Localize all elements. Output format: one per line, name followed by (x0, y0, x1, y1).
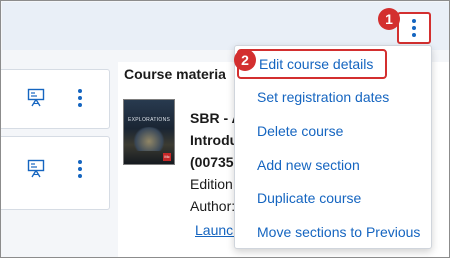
section-menu-kebab-icon[interactable] (73, 88, 87, 108)
menu-item-move-sections[interactable]: Move sections to Previous (235, 217, 431, 247)
presentation-board-icon[interactable] (27, 159, 45, 179)
book-isbn: (00735 (190, 154, 234, 170)
menu-item-edit-course-details[interactable]: Edit course details (237, 49, 387, 79)
section-menu-kebab-icon[interactable] (73, 159, 87, 179)
menu-item-duplicate-course[interactable]: Duplicate course (235, 183, 431, 213)
menu-item-set-registration-dates[interactable]: Set registration dates (235, 82, 431, 112)
step-badge-2: 2 (234, 49, 256, 71)
book-title-line2: Introdu (190, 132, 239, 148)
book-author-label: Author: (190, 198, 236, 214)
book-edition-label: Edition: (190, 176, 237, 192)
textbook-cover-image: EXPLORATIONS Mc (123, 99, 175, 165)
course-options-kebab-icon[interactable] (397, 12, 431, 44)
menu-item-add-new-section[interactable]: Add new section (235, 150, 431, 180)
app-frame: Course materia EXPLORATIONS Mc SBR - A I… (0, 0, 450, 258)
step-badge-1: 1 (378, 8, 400, 30)
course-materials-heading: Course materia (124, 66, 226, 82)
section-card[interactable] (1, 69, 110, 129)
presentation-board-icon[interactable] (27, 88, 45, 108)
section-card[interactable] (1, 136, 110, 210)
course-options-menu: Edit course details Set registration dat… (234, 45, 432, 249)
menu-item-delete-course[interactable]: Delete course (235, 116, 431, 146)
